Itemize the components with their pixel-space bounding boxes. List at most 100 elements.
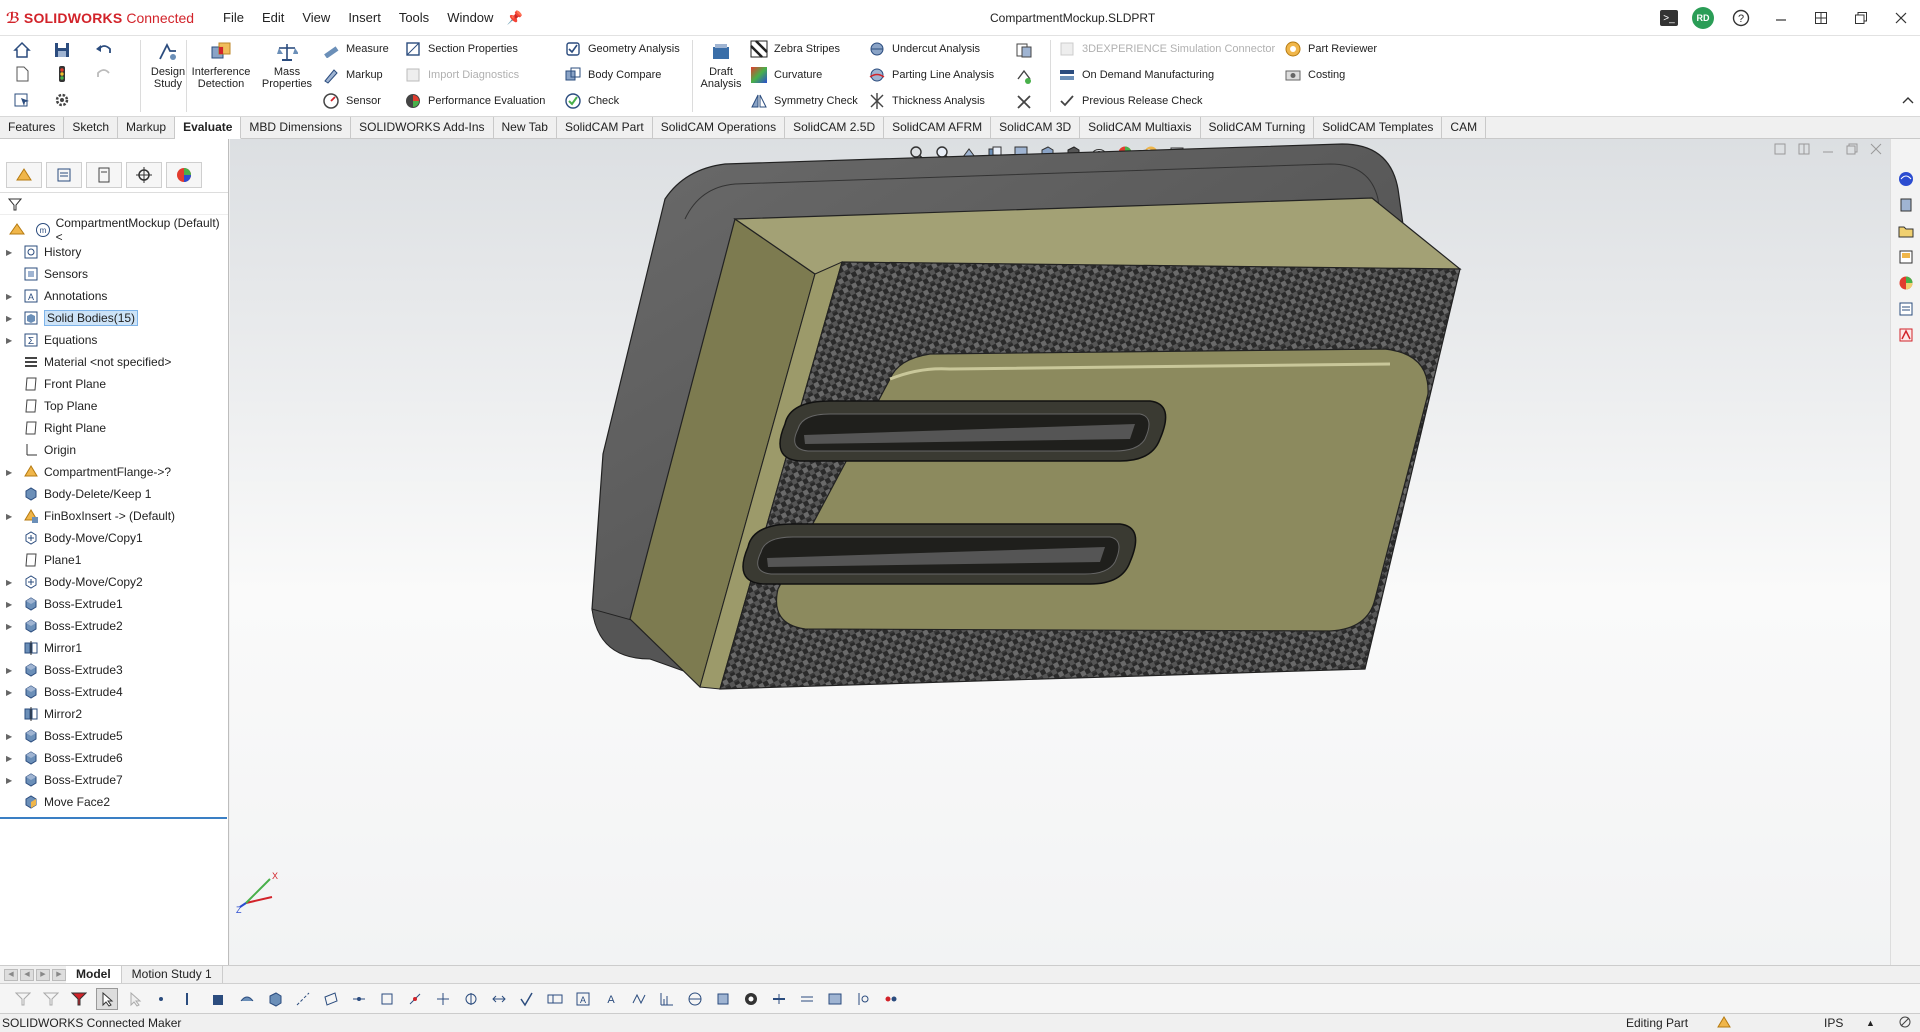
expand-arrow-icon[interactable]: ▶ — [6, 622, 18, 631]
tree-item-compartmentflange[interactable]: ▶ CompartmentFlange->? — [0, 461, 228, 483]
toggle-filter-icon[interactable] — [12, 988, 34, 1010]
tree-item-right-plane[interactable]: Right Plane — [0, 417, 228, 439]
mass-properties-button[interactable]: Mass Properties — [258, 40, 316, 90]
filter-midpoints-icon[interactable] — [404, 988, 426, 1010]
filter-planes-icon[interactable] — [320, 988, 342, 1010]
tab-solidcam-templates[interactable]: SolidCAM Templates — [1314, 117, 1443, 139]
tree-item-history[interactable]: ▶ History — [0, 241, 228, 263]
tree-item-origin[interactable]: Origin — [0, 439, 228, 461]
filter-sketch-points-icon[interactable] — [348, 988, 370, 1010]
interference-detection-button[interactable]: Interference Detection — [188, 40, 254, 90]
tab-solidcam-25d[interactable]: SolidCAM 2.5D — [785, 117, 885, 139]
expand-arrow-icon[interactable]: ▶ — [6, 754, 18, 763]
tab-model[interactable]: Model — [66, 965, 122, 984]
filter-edges-icon[interactable] — [180, 988, 202, 1010]
dimxpert-tab-icon[interactable] — [126, 161, 162, 188]
design-library-icon[interactable] — [1895, 195, 1917, 215]
filter-faces-icon[interactable] — [208, 988, 230, 1010]
tree-item-material-not-specified[interactable]: Material <not specified> — [0, 351, 228, 373]
tree-item-body-move-copy2[interactable]: ▶ Body-Move/Copy2 — [0, 571, 228, 593]
expand-arrow-icon[interactable]: ▶ — [6, 468, 18, 477]
units-menu-arrow-icon[interactable]: ▲ — [1866, 1018, 1875, 1028]
status-settings-icon[interactable] — [1898, 1015, 1912, 1032]
zebra-stripes-button[interactable]: Zebra Stripes — [750, 40, 840, 58]
body-compare-button[interactable]: Body Compare — [564, 66, 661, 84]
clear-filters-icon[interactable] — [124, 988, 146, 1010]
tile-windows-button[interactable] — [1808, 6, 1834, 30]
filter-datum-targets-icon[interactable] — [684, 988, 706, 1010]
filter-cosmetic-threads-icon[interactable] — [740, 988, 762, 1010]
expand-arrow-icon[interactable]: ▶ — [6, 688, 18, 697]
section-properties-button[interactable]: Section Properties — [404, 40, 518, 58]
tree-item-boss-extrude3[interactable]: ▶ Boss-Extrude3 — [0, 659, 228, 681]
compare-documents-icon[interactable] — [1014, 40, 1034, 60]
minimize-button[interactable] — [1768, 6, 1794, 30]
tree-item-boss-extrude1[interactable]: ▶ Boss-Extrude1 — [0, 593, 228, 615]
display-manager-tab-icon[interactable] — [166, 161, 202, 188]
costing-button[interactable]: Costing — [1284, 66, 1345, 84]
part-reviewer-button[interactable]: Part Reviewer — [1284, 40, 1377, 58]
on-demand-manufacturing-button[interactable]: On Demand Manufacturing — [1058, 66, 1214, 84]
costing-template-icon[interactable] — [1014, 66, 1034, 86]
tab-mbd-dimensions[interactable]: MBD Dimensions — [241, 117, 352, 139]
tree-item-front-plane[interactable]: Front Plane — [0, 373, 228, 395]
expand-arrow-icon[interactable]: ▶ — [6, 512, 18, 521]
measure-button[interactable]: Measure — [322, 40, 389, 58]
expand-arrow-icon[interactable]: ▶ — [6, 776, 18, 785]
filter-surface-bodies-icon[interactable] — [236, 988, 258, 1010]
draft-analysis-button[interactable]: Draft Analysis — [696, 40, 746, 90]
filter-vertices-icon[interactable] — [152, 988, 174, 1010]
tree-item-boss-extrude2[interactable]: ▶ Boss-Extrude2 — [0, 615, 228, 637]
design-study-button[interactable]: Design Study — [144, 40, 192, 90]
filter-routing-points-icon[interactable] — [796, 988, 818, 1010]
previous-release-check-button[interactable]: Previous Release Check — [1058, 92, 1202, 110]
tab-features[interactable]: Features — [0, 117, 65, 139]
filter-dimensions-icon[interactable] — [488, 988, 510, 1010]
tree-item-top-plane[interactable]: Top Plane — [0, 395, 228, 417]
tab-solidworks-add-ins[interactable]: SOLIDWORKS Add-Ins — [351, 117, 494, 139]
restore-button[interactable] — [1848, 6, 1874, 30]
filter-toolbar-icon[interactable] — [40, 988, 62, 1010]
tab-solidcam-operations[interactable]: SolidCAM Operations — [653, 117, 786, 139]
tree-item-boss-extrude7[interactable]: ▶ Boss-Extrude7 — [0, 769, 228, 791]
expand-arrow-icon[interactable]: ▶ — [6, 292, 18, 301]
filter-icon[interactable] — [8, 197, 22, 211]
filter-solid-bodies-icon[interactable] — [264, 988, 286, 1010]
custom-properties-icon[interactable] — [1895, 299, 1917, 319]
rollback-bar[interactable] — [0, 817, 227, 819]
filter-dowel-pins-icon[interactable] — [712, 988, 734, 1010]
symmetry-check-button[interactable]: Symmetry Check — [750, 92, 858, 110]
appearances-icon[interactable] — [1895, 273, 1917, 293]
menu-window[interactable]: Window — [438, 10, 502, 25]
expand-arrow-icon[interactable]: ▶ — [6, 248, 18, 257]
app-logo[interactable]: ℬ SOLIDWORKS Connected — [6, 9, 206, 27]
tab-solidcam-afrm[interactable]: SolidCAM AFRM — [884, 117, 992, 139]
user-avatar[interactable]: RD — [1692, 7, 1714, 29]
filter-notes-icon[interactable]: A — [572, 988, 594, 1010]
expand-arrow-icon[interactable]: ▶ — [6, 578, 18, 587]
tab-cam[interactable]: CAM — [1442, 117, 1487, 139]
close-button[interactable] — [1888, 6, 1914, 30]
performance-evaluation-button[interactable]: Performance Evaluation — [404, 92, 545, 110]
expand-arrow-icon[interactable]: ▶ — [6, 600, 18, 609]
part-model-render[interactable] — [230, 139, 1890, 965]
tree-item-equations[interactable]: ▶ Σ Equations — [0, 329, 228, 351]
tab-markup[interactable]: Markup — [118, 117, 176, 139]
sensor-button[interactable]: Sensor — [322, 92, 381, 110]
help-icon[interactable]: ? — [1728, 6, 1754, 30]
view-palette-icon[interactable] — [1895, 247, 1917, 267]
property-manager-tab-icon[interactable] — [46, 161, 82, 188]
command-prompt-icon[interactable]: >_ — [1660, 10, 1678, 26]
tree-item-boss-extrude5[interactable]: ▶ Boss-Extrude5 — [0, 725, 228, 747]
select-icon[interactable] — [12, 90, 32, 110]
solidcam-icon[interactable] — [1895, 325, 1917, 345]
tab-scroll-arrows[interactable]: ◀ ◀ ▶ ▶ — [0, 968, 66, 981]
solidworks-resources-icon[interactable] — [1895, 169, 1917, 189]
markup-button[interactable]: Markup — [322, 66, 383, 84]
status-units[interactable]: IPS — [1824, 1016, 1843, 1030]
tree-root[interactable]: m CompartmentMockup (Default) < — [0, 216, 228, 244]
tree-item-body-delete-keep-1[interactable]: Body-Delete/Keep 1 — [0, 483, 228, 505]
home-icon[interactable] — [12, 40, 32, 60]
undo-icon[interactable] — [94, 40, 114, 60]
tree-item-boss-extrude4[interactable]: ▶ Boss-Extrude4 — [0, 681, 228, 703]
